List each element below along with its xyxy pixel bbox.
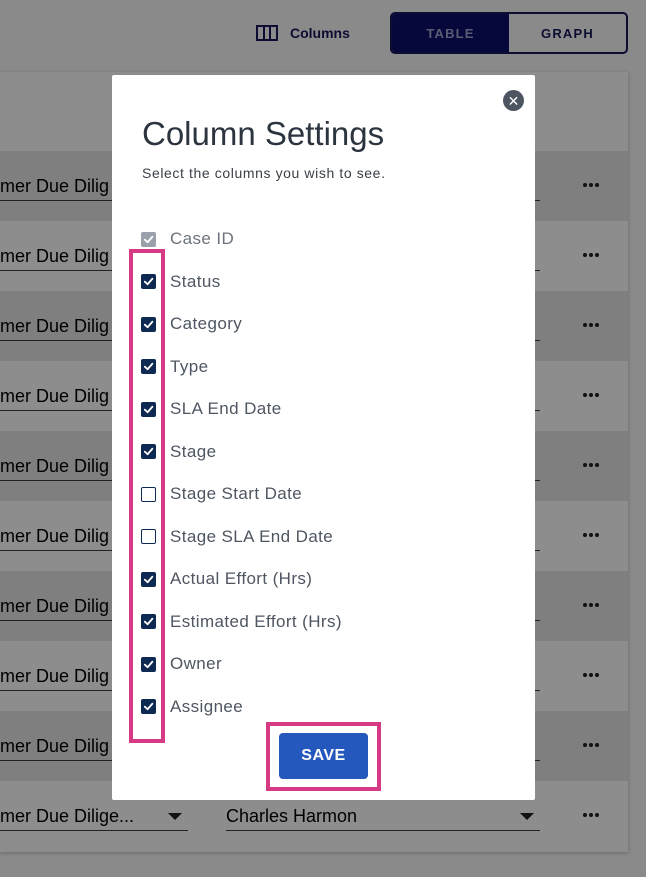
column-checkbox[interactable] [141, 359, 156, 375]
column-checkbox[interactable] [141, 614, 156, 630]
columns-button[interactable]: Columns [256, 20, 350, 46]
column-checkbox [141, 231, 156, 247]
column-option[interactable]: Assignee [141, 686, 521, 729]
column-option-label: Category [170, 314, 243, 334]
more-options-icon[interactable] [580, 177, 602, 193]
column-option[interactable]: Stage Start Date [141, 473, 521, 516]
column-option-label: Assignee [170, 696, 244, 716]
view-toggle: TABLE GRAPH [390, 12, 628, 54]
columns-icon [256, 25, 278, 41]
category-select[interactable]: mer Due Dilige... [0, 803, 188, 831]
column-checkbox[interactable] [141, 274, 156, 290]
column-option-label: SLA End Date [170, 399, 282, 419]
column-option-label: Actual Effort (Hrs) [170, 569, 313, 589]
column-option[interactable]: Stage SLA End Date [141, 516, 521, 559]
column-option-label: Owner [170, 654, 223, 674]
save-button[interactable]: SAVE [279, 733, 368, 779]
column-option[interactable]: Category [141, 303, 521, 346]
column-checkbox[interactable] [141, 656, 156, 672]
category-value: mer Due Dilige... [0, 806, 135, 826]
column-option[interactable]: Status [141, 261, 521, 304]
chevron-down-icon [520, 813, 534, 820]
column-option-label: Stage Start Date [170, 484, 303, 504]
column-checkbox[interactable] [141, 401, 156, 417]
top-toolbar: Columns TABLE GRAPH [0, 0, 646, 72]
more-options-icon[interactable] [580, 737, 602, 753]
column-option[interactable]: Stage [141, 431, 521, 474]
column-checkbox[interactable] [141, 316, 156, 332]
column-option[interactable]: SLA End Date [141, 388, 521, 431]
more-options-icon[interactable] [580, 247, 602, 263]
column-option[interactable]: Type [141, 346, 521, 389]
column-option: Case ID [141, 218, 521, 261]
column-checkbox[interactable] [141, 529, 156, 545]
column-settings-modal: ✕ Column Settings Select the columns you… [112, 75, 535, 800]
tab-table[interactable]: TABLE [392, 14, 509, 52]
column-option[interactable]: Actual Effort (Hrs) [141, 558, 521, 601]
column-checkbox[interactable] [141, 486, 156, 502]
close-icon[interactable]: ✕ [503, 90, 524, 111]
more-options-icon[interactable] [580, 457, 602, 473]
more-options-icon[interactable] [580, 597, 602, 613]
column-checkbox[interactable] [141, 699, 156, 715]
columns-button-label: Columns [290, 25, 350, 41]
column-checkbox-list: Case ID Status Category Type SLA End Date Sta… [141, 218, 521, 728]
more-options-icon[interactable] [580, 317, 602, 333]
column-option[interactable]: Estimated Effort (Hrs) [141, 601, 521, 644]
chevron-down-icon [168, 813, 182, 820]
column-option[interactable]: Owner [141, 643, 521, 686]
column-option-label: Estimated Effort (Hrs) [170, 611, 342, 631]
column-option-label: Stage SLA End Date [170, 526, 334, 546]
more-options-icon[interactable] [580, 807, 602, 823]
column-checkbox[interactable] [141, 571, 156, 587]
modal-title: Column Settings [142, 115, 385, 152]
column-checkbox[interactable] [141, 444, 156, 460]
column-option-label: Case ID [170, 229, 235, 249]
owner-select[interactable]: Charles Harmon [226, 803, 540, 831]
owner-value: Charles Harmon [226, 806, 358, 826]
column-option-label: Stage [170, 441, 217, 461]
column-option-label: Type [170, 356, 209, 376]
tab-graph[interactable]: GRAPH [509, 14, 626, 52]
more-options-icon[interactable] [580, 667, 602, 683]
more-options-icon[interactable] [580, 527, 602, 543]
modal-subtitle: Select the columns you wish to see. [142, 165, 386, 181]
more-options-icon[interactable] [580, 387, 602, 403]
column-option-label: Status [170, 271, 221, 291]
